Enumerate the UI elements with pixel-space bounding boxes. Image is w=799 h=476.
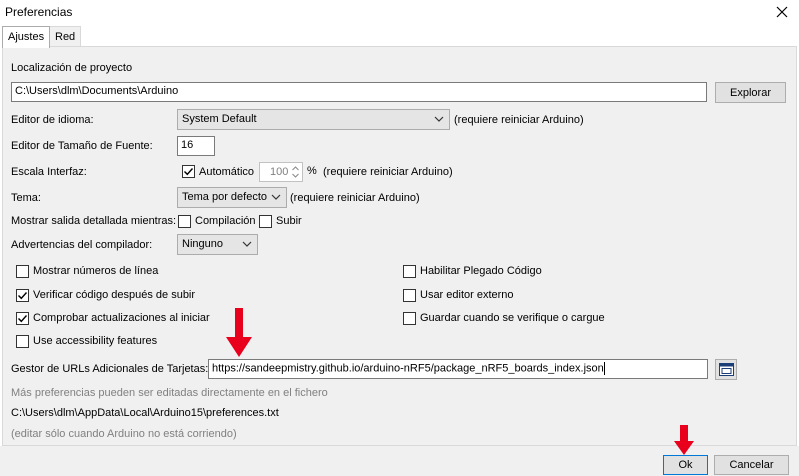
text-caret [603,362,605,375]
font-size-input[interactable]: 16 [177,136,215,156]
warnings-label: Advertencias del compilador: [11,239,153,251]
theme-select[interactable]: Tema por defecto [177,187,287,208]
save-on-verify-label: Guardar cuando se verifique o cargue [420,312,605,324]
font-size-label: Editor de Tamaño de Fuente: [11,140,153,152]
scale-value: 100 [270,166,289,178]
chevron-down-icon [242,241,252,247]
board-urls-edit-button[interactable] [715,359,737,380]
theme-note: (requiere reiniciar Arduino) [290,192,420,204]
verbose-compile-label: Compilación [195,215,256,227]
prefs-file-path: C:\Users\dlm\AppData\Local\Arduino15\pre… [11,407,279,419]
accessibility-label: Use accessibility features [33,335,158,347]
scale-label: Escala Interfaz: [11,166,87,178]
theme-value: Tema por defecto [182,191,267,203]
window-list-icon [718,363,734,376]
more-prefs-text: Más preferencias pueden ser editadas dir… [11,387,328,399]
language-value: System Default [182,113,257,125]
scale-note: (requiere reiniciar Arduino) [323,166,453,178]
checkmark-icon [18,292,28,300]
close-button[interactable] [765,0,799,24]
verbose-label: Mostrar salida detallada mientras: [11,215,177,227]
scale-auto-label: Automático [199,166,255,178]
line-numbers-label: Mostrar números de línea [33,265,159,277]
code-folding-label: Habilitar Plegado Código [420,265,542,277]
check-updates-label: Comprobar actualizaciones al iniciar [33,312,210,324]
scale-unit: % [307,165,317,177]
annotation-arrow-icon [674,425,694,455]
check-updates-checkbox[interactable] [16,312,29,325]
warnings-value: Ninguno [182,238,223,250]
code-folding-checkbox[interactable] [403,265,416,278]
ok-button[interactable]: Ok [663,455,708,475]
title-bar: Preferencias [0,0,799,26]
language-label: Editor de idioma: [11,114,94,126]
external-editor-label: Usar editor externo [420,289,514,301]
tab-red[interactable]: Red [49,26,82,47]
board-urls-value: https://sandeepmistry.github.io/arduino-… [212,362,604,375]
edit-note-text: (editar sólo cuando Arduino no está corr… [11,428,237,440]
warnings-select[interactable]: Ninguno [177,234,258,255]
browse-button[interactable]: Explorar [715,82,786,103]
close-icon [776,6,788,18]
chevron-down-icon [271,194,281,200]
checkmark-icon [18,315,28,323]
checkmark-icon [184,168,194,176]
external-editor-checkbox[interactable] [403,289,416,302]
scale-spinner[interactable]: 100 [259,162,303,182]
verbose-upload-checkbox[interactable] [259,215,272,228]
chevron-down-icon [434,116,444,122]
language-select[interactable]: System Default [177,109,450,130]
sketchbook-path-input[interactable]: C:\Users\dlm\Documents\Arduino [11,82,707,102]
annotation-arrow-icon [226,308,252,357]
tab-ajustes[interactable]: Ajustes [2,26,51,48]
line-numbers-checkbox[interactable] [16,265,29,278]
window-title: Preferencias [5,5,73,19]
cancel-button[interactable]: Cancelar [714,455,789,475]
board-urls-input[interactable]: https://sandeepmistry.github.io/arduino-… [208,359,708,379]
verify-after-upload-label: Verificar código después de subir [33,289,196,301]
language-note: (requiere reiniciar Arduino) [454,114,584,126]
theme-label: Tema: [11,192,41,204]
verbose-upload-label: Subir [276,215,302,227]
board-urls-label: Gestor de URLs Adicionales de Tarjetas: [11,363,209,375]
verbose-compile-checkbox[interactable] [178,215,191,228]
verify-after-upload-checkbox[interactable] [16,289,29,302]
scale-auto-checkbox[interactable] [182,165,195,178]
save-on-verify-checkbox[interactable] [403,312,416,325]
sketchbook-label: Localización de proyecto [11,62,133,74]
tab-strip: Ajustes Red [0,26,799,48]
spinner-arrows-icon [292,166,299,178]
accessibility-checkbox[interactable] [16,335,29,348]
